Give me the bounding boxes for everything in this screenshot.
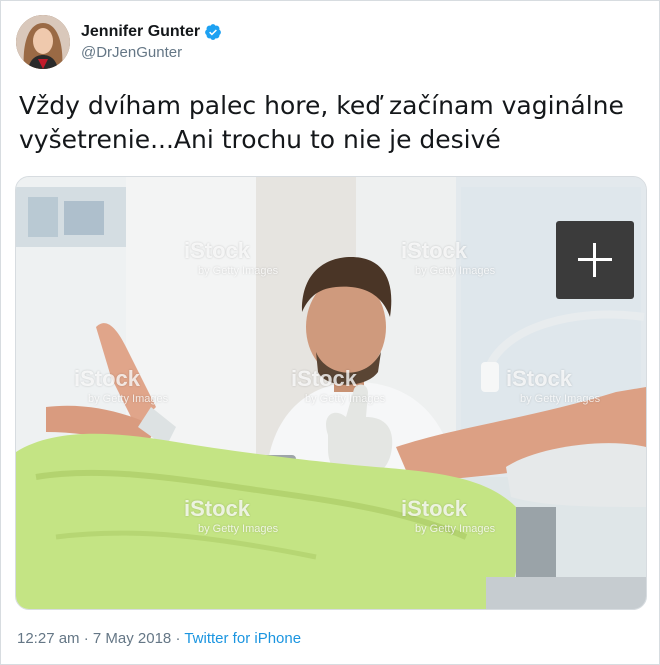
avatar[interactable] [16, 15, 70, 69]
tweet-date[interactable]: 7 May 2018 [93, 630, 171, 647]
tweet-time[interactable]: 12:27 am [17, 630, 80, 647]
tweet-card: Jennifer Gunter @DrJenGunter Vždy dvíham… [0, 0, 660, 665]
watermark: iStock by Getty Images [184, 238, 279, 278]
author-name[interactable]: Jennifer Gunter [81, 23, 200, 41]
tweet-header: Jennifer Gunter @DrJenGunter [16, 14, 222, 70]
tweet-text-line-1: Vždy dvíham palec hore, keď začínam vagi… [19, 91, 624, 120]
tweet-text-line-2: vyšetrenie...Ani trochu to nie je desivé [19, 125, 501, 154]
watermark: iStock by Getty Images [291, 366, 386, 406]
watermark: iStock by Getty Images [74, 366, 169, 406]
meta-separator: · [171, 630, 185, 647]
verified-badge-icon [205, 24, 222, 40]
watermark: iStock by Getty Images [401, 238, 496, 278]
tweet-source-link[interactable]: Twitter for iPhone [184, 630, 301, 647]
watermark: iStock by Getty Images [401, 496, 496, 536]
author-handle[interactable]: @DrJenGunter [81, 44, 222, 61]
tweet-text: Vždy dvíham palec hore, keď začínam vagi… [19, 89, 639, 157]
tweet-meta: 12:27 am · 7 May 2018 · Twitter for iPho… [17, 630, 301, 647]
tweet-media[interactable]: iStock by Getty Images iStock by Getty Ima… [15, 176, 647, 610]
avatar-image [16, 15, 70, 69]
watermark: iStock by Getty Images [184, 496, 279, 536]
expand-plus-icon[interactable] [556, 221, 634, 299]
meta-separator: · [79, 630, 93, 647]
watermark: iStock by Getty Images [506, 366, 601, 406]
author-names: Jennifer Gunter @DrJenGunter [81, 23, 222, 61]
